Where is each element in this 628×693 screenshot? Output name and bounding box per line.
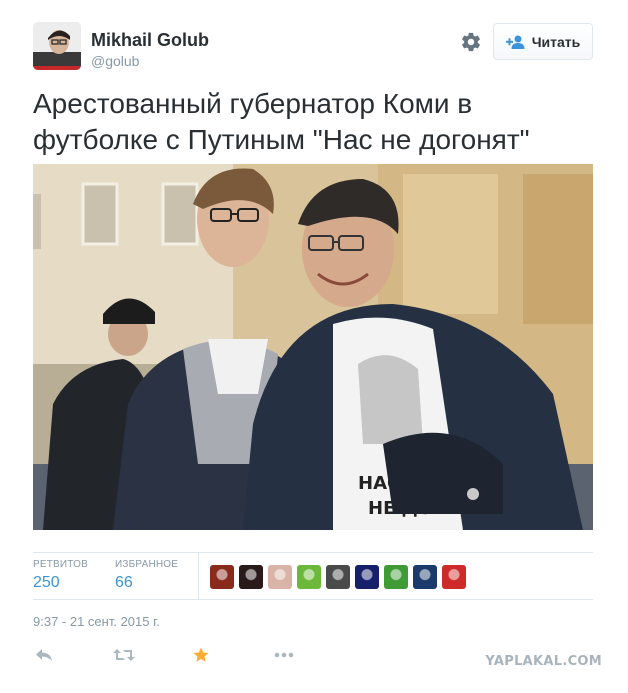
favorites-label: ИЗБРАННОЕ [115,559,179,570]
tweet-stats: РЕТВИТОВ 250 ИЗБРАННОЕ 66 [33,552,593,600]
retweets-count: 250 [33,574,60,591]
watermark: YAPLAKAL.COM [485,654,602,669]
favoriter-avatar-9[interactable] [442,565,466,589]
tweet-timestamp[interactable]: 9:37 - 21 сент. 2015 г. [33,614,160,629]
more-icon[interactable] [273,644,295,666]
favoriter-avatar-8[interactable] [413,565,437,589]
favoriter-avatar-7[interactable] [384,565,408,589]
tweet-photo[interactable]: НАС НЕ ДО [33,164,593,530]
retweets-label: РЕТВИТОВ [33,559,89,570]
favorites-stat[interactable]: ИЗБРАННОЕ 66 [115,559,178,592]
favoriter-avatar-1[interactable] [210,565,234,589]
favoriter-avatar-5[interactable] [326,565,350,589]
user-avatar[interactable] [33,22,81,70]
reply-icon[interactable] [33,644,55,666]
user-name[interactable]: Mikhail Golub [91,30,209,51]
user-handle[interactable]: @golub [91,53,139,69]
favoriters-list [210,565,466,589]
tweet-actions [33,644,333,668]
retweet-icon[interactable] [113,644,135,666]
favoriter-avatar-2[interactable] [239,565,263,589]
favoriter-avatar-4[interactable] [297,565,321,589]
favoriter-avatar-6[interactable] [355,565,379,589]
tweet-text: Арестованный губернатор Коми в футболке … [33,88,530,155]
favorites-count: 66 [115,574,133,591]
follow-button-label: Читать [531,33,581,50]
stats-divider [198,553,199,600]
follow-button[interactable]: Читать [493,23,593,60]
retweets-stat[interactable]: РЕТВИТОВ 250 [33,559,88,592]
gear-icon[interactable] [460,31,482,53]
star-icon[interactable] [190,644,212,666]
tweet-header: Mikhail Golub @golub Читать [33,22,593,72]
favoriter-avatar-3[interactable] [268,565,292,589]
add-user-icon [505,34,526,50]
